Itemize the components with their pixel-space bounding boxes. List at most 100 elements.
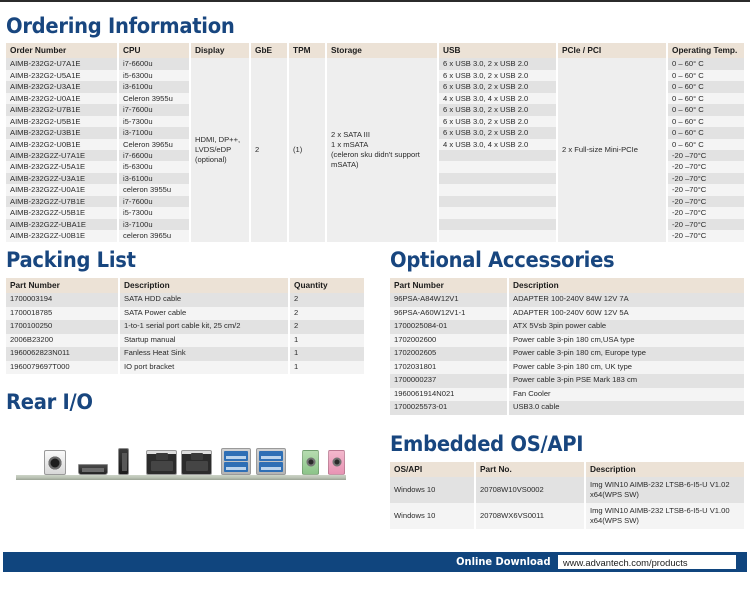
cell-operating-temp: -20 –70°C: [667, 230, 744, 242]
cell-usb: [438, 207, 558, 219]
cell-operating-temp: 0 – 60° C: [667, 104, 744, 116]
table-row: 1700100250 1-to-1 serial port cable kit, …: [6, 320, 364, 334]
cell-usb: [438, 150, 558, 162]
cell-description: ATX 5Vsb 3pin power cable: [508, 320, 744, 334]
cell-tpm: (1): [288, 58, 327, 242]
cell-usb: 4 x USB 3.0, 4 x USB 2.0: [438, 138, 558, 150]
cell-description: SATA Power cable: [119, 306, 290, 321]
table-row: 2006B23200 Startup manual 1: [6, 333, 364, 348]
cell-order-number: AIMB-232G2-U3A1E: [6, 81, 119, 93]
cell-pcie-pci: 2 x Full-size Mini-PCIe: [557, 58, 668, 242]
cell-description: Power cable 3-pin 180 cm, Europe type: [508, 347, 744, 361]
table-header-row: Part Number Description: [390, 278, 744, 294]
cell-cpu: i7-7600u: [118, 104, 191, 116]
cell-quantity: 1: [289, 347, 364, 361]
usb30-port-icon: [224, 462, 248, 472]
cell-usb: [438, 161, 558, 173]
col-operating-temp: Operating Temp.: [667, 43, 744, 59]
usb30-port-icon: [259, 451, 283, 461]
embedded-os-api-table: OS/API Part No. Description Windows 10 20…: [390, 462, 744, 530]
table-row: 96PSA-A60W12V1-1 ADAPTER 100-240V 60W 12V…: [390, 306, 744, 321]
col-part-number: Part Number: [390, 278, 509, 294]
cell-part-number: 96PSA-A84W12V1: [390, 293, 509, 307]
cell-order-number: AIMB-232G2-U7B1E: [6, 104, 119, 116]
cell-part-number: 2006B23200: [6, 333, 120, 348]
col-cpu: CPU: [118, 43, 191, 59]
embedded-os-api-title: Embedded OS/API: [390, 432, 584, 456]
cell-quantity: 2: [289, 320, 364, 334]
cell-description: Img WIN10 AIMB-232 LTSB-6-I5-U V1.00 x64…: [585, 503, 744, 530]
cell-cpu: i5-7300u: [118, 207, 191, 219]
cell-description: Power cable 3-pin PSE Mark 183 cm: [508, 374, 744, 388]
cell-cpu: i7-6600u: [118, 150, 191, 162]
col-part-number: Part Number: [6, 278, 120, 294]
col-description: Description: [585, 462, 744, 478]
cell-part-number: 1700025084-01: [390, 320, 509, 334]
cell-part-number: 1960062823N011: [6, 347, 120, 361]
cell-cpu: i3-6100u: [118, 81, 191, 93]
col-os-api: OS/API: [390, 462, 476, 478]
online-download-url-box[interactable]: www.advantech.com/products: [558, 555, 736, 569]
cell-storage: 2 x SATA III 1 x mSATA (celeron sku didn…: [326, 58, 439, 242]
cell-operating-temp: -20 –70°C: [667, 184, 744, 196]
cell-quantity: 1: [289, 360, 364, 375]
online-download-label: Online Download: [455, 556, 551, 568]
cell-gbe: 2: [250, 58, 289, 242]
cell-order-number: AIMB-232G2Z-U7A1E: [6, 150, 119, 162]
cell-operating-temp: 0 – 60° C: [667, 58, 744, 70]
cell-operating-temp: -20 –70°C: [667, 161, 744, 173]
cell-description: USB3.0 cable: [508, 401, 744, 415]
cell-part-number: 1960079697T000: [6, 360, 120, 375]
cell-operating-temp: -20 –70°C: [667, 195, 744, 208]
cell-order-number: AIMB-232G2-U0B1E: [6, 138, 119, 150]
col-pcie-pci: PCIe / PCI: [557, 43, 668, 59]
cell-description: ADAPTER 100-240V 84W 12V 7A: [508, 293, 744, 307]
cell-description: Img WIN10 AIMB-232 LTSB-6-I5-U V1.02 x64…: [585, 477, 744, 504]
table-row: 1960062823N011 Fanless Heat Sink 1: [6, 347, 364, 361]
table-row: 1700000237 Power cable 3-pin PSE Mark 183…: [390, 374, 744, 388]
cell-usb: 6 x USB 3.0, 2 x USB 2.0: [438, 81, 558, 93]
cell-operating-temp: 0 – 60° C: [667, 138, 744, 150]
cell-cpu: i5-7300u: [118, 115, 191, 128]
cell-order-number: AIMB-232G2-U0A1E: [6, 92, 119, 105]
cell-cpu: celeron 3965u: [118, 230, 191, 242]
cell-usb: [438, 195, 558, 208]
optional-accessories-title: Optional Accessories: [390, 248, 615, 272]
table-row: 1702002605 Power cable 3-pin 180 cm, Euro…: [390, 347, 744, 361]
table-row: 1702002600 Power cable 3-pin 180 cm,USA t…: [390, 333, 744, 348]
rear-io-panel-image: [6, 422, 356, 500]
table-row: 1700025573-01 USB3.0 cable: [390, 401, 744, 415]
cell-os-api: Windows 10: [390, 503, 476, 530]
online-download-url[interactable]: www.advantech.com/products: [563, 557, 688, 568]
col-order-number: Order Number: [6, 43, 119, 59]
cell-operating-temp: -20 –70°C: [667, 218, 744, 231]
cell-part-number: 1702031801: [390, 360, 509, 375]
cell-order-number: AIMB-232G2Z-U3A1E: [6, 172, 119, 185]
cell-description: Startup manual: [119, 333, 290, 348]
cell-order-number: AIMB-232G2Z-UBA1E: [6, 218, 119, 231]
cell-cpu: i3-6100u: [118, 172, 191, 185]
cell-description: Power cable 3-pin 180 cm, UK type: [508, 360, 744, 375]
cell-cpu: Celeron 3955u: [118, 92, 191, 105]
table-row: 1700025084-01 ATX 5Vsb 3pin power cable: [390, 320, 744, 334]
footer-bar: Online Download www.advantech.com/produc…: [3, 552, 747, 572]
displayport-port-icon: [118, 448, 129, 475]
rj45-lan-port-2-icon: [181, 450, 212, 475]
cell-part-number: 1700000237: [390, 374, 509, 388]
cell-description: ADAPTER 100-240V 60W 12V 5A: [508, 306, 744, 321]
cell-cpu: Celeron 3965u: [118, 138, 191, 150]
cell-display: HDMI, DP++, LVDS/eDP (optional): [190, 58, 251, 242]
col-description: Description: [508, 278, 744, 294]
optional-accessories-table: Part Number Description 96PSA-A84W12V1 AD…: [390, 278, 744, 415]
cell-quantity: 2: [289, 306, 364, 321]
ordering-information-table: Order Number CPU Display GbE TPM Storage…: [6, 43, 744, 242]
cell-cpu: i3-7100u: [118, 218, 191, 231]
usb30-port-icon: [259, 462, 283, 472]
cell-cpu: celeron 3955u: [118, 184, 191, 196]
cell-usb: 6 x USB 3.0, 2 x USB 2.0: [438, 115, 558, 128]
col-storage: Storage: [326, 43, 439, 59]
cell-description: Fan Cooler: [508, 387, 744, 402]
cell-part-number: 1700018785: [6, 306, 120, 321]
cell-description: Fanless Heat Sink: [119, 347, 290, 361]
rear-io-section: Rear I/O: [6, 390, 364, 500]
